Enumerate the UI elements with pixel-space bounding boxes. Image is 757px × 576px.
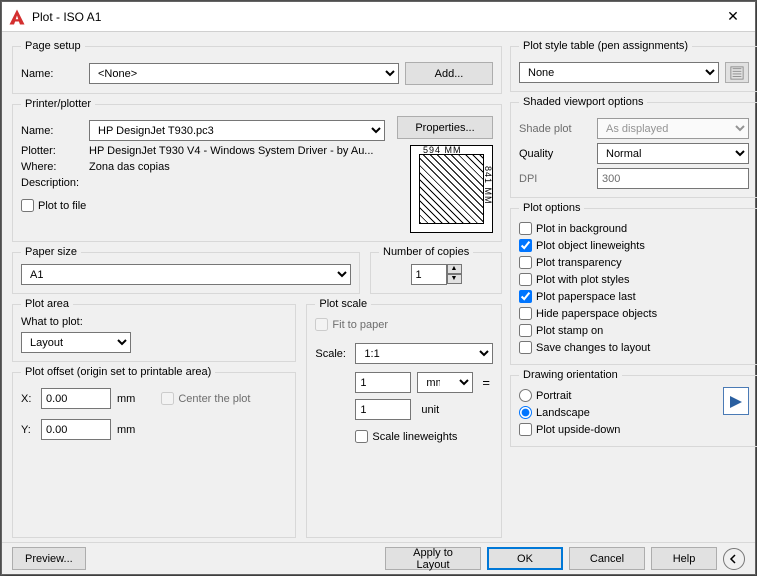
where-label: Where: (21, 161, 83, 173)
scale-denominator-input[interactable] (355, 399, 411, 420)
landscape-radio[interactable]: Landscape (519, 404, 723, 421)
page-setup-legend: Page setup (21, 40, 85, 52)
plot-scale-legend: Plot scale (315, 298, 371, 310)
scale-select[interactable]: 1:1 (355, 343, 493, 364)
x-label: X: (21, 393, 35, 405)
x-unit: mm (117, 393, 135, 405)
paper-size-select[interactable]: A1 (21, 264, 351, 285)
printer-name-select[interactable]: HP DesignJet T930.pc3 (89, 120, 385, 141)
close-button[interactable]: ✕ (711, 2, 755, 32)
orientation-group: Drawing orientation Portrait Landscape P… (510, 369, 757, 447)
plot-style-select[interactable]: None (519, 62, 719, 83)
y-unit: mm (117, 424, 135, 436)
autocad-logo-icon (8, 8, 26, 26)
shaded-legend: Shaded viewport options (519, 96, 647, 108)
orientation-icon (723, 387, 749, 415)
y-label: Y: (21, 424, 35, 436)
preview-button[interactable]: Preview... (12, 547, 86, 570)
scale-numerator-input[interactable] (355, 372, 411, 393)
paper-size-group: Paper size A1 (12, 246, 360, 294)
quality-select[interactable]: Normal (597, 143, 749, 164)
page-setup-group: Page setup Name: <None> Add... (12, 40, 502, 94)
page-setup-name-select[interactable]: <None> (89, 63, 399, 84)
plotter-label: Plotter: (21, 145, 83, 157)
copies-group: Number of copies ▲ ▼ (370, 246, 502, 294)
quality-label: Quality (519, 148, 591, 160)
printer-legend: Printer/plotter (21, 98, 95, 110)
copies-legend: Number of copies (379, 246, 473, 258)
edit-plot-style-button[interactable] (725, 62, 749, 83)
unit-label: unit (417, 404, 439, 416)
properties-button[interactable]: Properties... (397, 116, 493, 139)
portrait-radio[interactable]: Portrait (519, 387, 723, 404)
copies-input[interactable] (411, 264, 447, 285)
printer-group: Printer/plotter Name: HP DesignJet T930.… (12, 98, 502, 242)
dpi-input (597, 168, 749, 189)
center-plot-checkbox: Center the plot (161, 390, 250, 407)
plot-style-group: Plot style table (pen assignments) None (510, 40, 757, 92)
shade-plot-label: Shade plot (519, 123, 591, 135)
x-offset-input[interactable] (41, 388, 111, 409)
plot-offset-group: Plot offset (origin set to printable are… (12, 366, 296, 538)
plot-styles-checkbox[interactable]: Plot with plot styles (519, 271, 749, 288)
plot-offset-legend: Plot offset (origin set to printable are… (21, 366, 215, 378)
plot-area-group: Plot area What to plot: Layout (12, 298, 296, 362)
footer: Preview... Apply to Layout OK Cancel Hel… (2, 542, 755, 574)
edit-icon (730, 66, 744, 80)
paper-size-legend: Paper size (21, 246, 81, 258)
upside-down-checkbox[interactable]: Plot upside-down (519, 421, 723, 438)
plot-dialog: Plot - ISO A1 ✕ Page setup Name: <None> … (1, 1, 756, 575)
hide-paperspace-checkbox[interactable]: Hide paperspace objects (519, 305, 749, 322)
page-setup-name-label: Name: (21, 68, 83, 80)
description-label: Description: (21, 177, 83, 189)
paper-preview: 594 MM 841 MM (410, 145, 493, 233)
plotter-value: HP DesignJet T930 V4 - Windows System Dr… (89, 145, 373, 157)
y-offset-input[interactable] (41, 419, 111, 440)
cancel-button[interactable]: Cancel (569, 547, 645, 570)
plot-options-group: Plot options Plot in background Plot obj… (510, 202, 757, 365)
equals-icon: = (479, 375, 493, 390)
plot-style-legend: Plot style table (pen assignments) (519, 40, 692, 52)
add-button[interactable]: Add... (405, 62, 493, 85)
save-changes-checkbox[interactable]: Save changes to layout (519, 339, 749, 356)
plot-background-checkbox[interactable]: Plot in background (519, 220, 749, 237)
copies-down-button[interactable]: ▼ (447, 274, 462, 284)
copies-up-button[interactable]: ▲ (447, 264, 462, 274)
what-to-plot-label: What to plot: (21, 316, 83, 328)
ok-button[interactable]: OK (487, 547, 563, 570)
plot-paperspace-last-checkbox[interactable]: Plot paperspace last (519, 288, 749, 305)
preview-height-label: 841 MM (483, 166, 493, 205)
what-to-plot-select[interactable]: Layout (21, 332, 131, 353)
plot-area-legend: Plot area (21, 298, 73, 310)
plot-options-legend: Plot options (519, 202, 584, 214)
plot-scale-group: Plot scale Fit to paper Scale: 1:1 mm = (306, 298, 502, 538)
plot-to-file-checkbox[interactable]: Plot to file (21, 197, 86, 214)
dpi-label: DPI (519, 173, 591, 185)
shaded-viewport-group: Shaded viewport options Shade plot As di… (510, 96, 757, 198)
scale-lineweights-checkbox[interactable]: Scale lineweights (355, 428, 457, 445)
where-value: Zona das copias (89, 161, 170, 173)
orientation-legend: Drawing orientation (519, 369, 622, 381)
help-button[interactable]: Help (651, 547, 717, 570)
shade-plot-select: As displayed (597, 118, 749, 139)
chevron-left-icon (729, 554, 739, 564)
preview-hatch-icon (419, 154, 484, 224)
window-title: Plot - ISO A1 (32, 10, 711, 24)
titlebar: Plot - ISO A1 ✕ (2, 2, 755, 32)
plot-stamp-checkbox[interactable]: Plot stamp on (519, 322, 749, 339)
scale-label: Scale: (315, 348, 349, 360)
plot-transparency-checkbox[interactable]: Plot transparency (519, 254, 749, 271)
plot-lineweights-checkbox[interactable]: Plot object lineweights (519, 237, 749, 254)
apply-to-layout-button[interactable]: Apply to Layout (385, 547, 481, 570)
scale-unit-select[interactable]: mm (417, 372, 473, 393)
fit-to-paper-checkbox: Fit to paper (315, 316, 493, 333)
printer-name-label: Name: (21, 125, 83, 137)
collapse-button[interactable] (723, 548, 745, 570)
